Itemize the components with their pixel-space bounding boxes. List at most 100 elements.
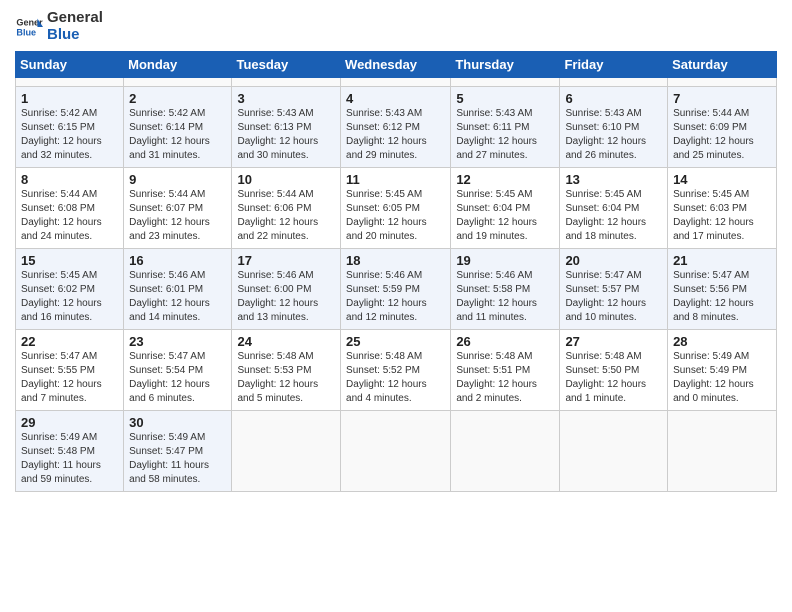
table-row: 26Sunrise: 5:48 AMSunset: 5:51 PMDayligh…: [451, 330, 560, 411]
table-row: [668, 78, 777, 87]
day-info: Sunrise: 5:47 AMSunset: 5:54 PMDaylight:…: [129, 350, 226, 406]
col-monday: Monday: [124, 52, 232, 78]
day-number: 14: [673, 172, 771, 187]
table-row: 27Sunrise: 5:48 AMSunset: 5:50 PMDayligh…: [560, 330, 668, 411]
day-number: 10: [237, 172, 335, 187]
day-number: 19: [456, 253, 554, 268]
header: General Blue General Blue: [15, 10, 777, 43]
calendar-row: 29Sunrise: 5:49 AMSunset: 5:48 PMDayligh…: [16, 411, 777, 492]
calendar-row: 1Sunrise: 5:42 AMSunset: 6:15 PMDaylight…: [16, 87, 777, 168]
table-row: 24Sunrise: 5:48 AMSunset: 5:53 PMDayligh…: [232, 330, 341, 411]
day-info: Sunrise: 5:47 AMSunset: 5:56 PMDaylight:…: [673, 269, 771, 325]
table-row: [451, 411, 560, 492]
day-number: 29: [21, 415, 118, 430]
day-number: 3: [237, 91, 335, 106]
day-number: 27: [565, 334, 662, 349]
table-row: 18Sunrise: 5:46 AMSunset: 5:59 PMDayligh…: [341, 249, 451, 330]
table-row: 17Sunrise: 5:46 AMSunset: 6:00 PMDayligh…: [232, 249, 341, 330]
calendar-table: Sunday Monday Tuesday Wednesday Thursday…: [15, 51, 777, 492]
table-row: 2Sunrise: 5:42 AMSunset: 6:14 PMDaylight…: [124, 87, 232, 168]
day-info: Sunrise: 5:49 AMSunset: 5:49 PMDaylight:…: [673, 350, 771, 406]
day-number: 9: [129, 172, 226, 187]
day-number: 5: [456, 91, 554, 106]
day-number: 16: [129, 253, 226, 268]
day-number: 24: [237, 334, 335, 349]
day-info: Sunrise: 5:46 AMSunset: 5:59 PMDaylight:…: [346, 269, 445, 325]
day-number: 21: [673, 253, 771, 268]
day-number: 28: [673, 334, 771, 349]
table-row: 15Sunrise: 5:45 AMSunset: 6:02 PMDayligh…: [16, 249, 124, 330]
table-row: [232, 411, 341, 492]
table-row: [341, 78, 451, 87]
day-info: Sunrise: 5:45 AMSunset: 6:03 PMDaylight:…: [673, 188, 771, 244]
table-row: 7Sunrise: 5:44 AMSunset: 6:09 PMDaylight…: [668, 87, 777, 168]
col-sunday: Sunday: [16, 52, 124, 78]
day-info: Sunrise: 5:42 AMSunset: 6:15 PMDaylight:…: [21, 107, 118, 163]
table-row: 5Sunrise: 5:43 AMSunset: 6:11 PMDaylight…: [451, 87, 560, 168]
day-info: Sunrise: 5:45 AMSunset: 6:04 PMDaylight:…: [456, 188, 554, 244]
logo-icon: General Blue: [15, 13, 43, 41]
day-info: Sunrise: 5:43 AMSunset: 6:11 PMDaylight:…: [456, 107, 554, 163]
day-info: Sunrise: 5:45 AMSunset: 6:04 PMDaylight:…: [565, 188, 662, 244]
calendar-header-row: Sunday Monday Tuesday Wednesday Thursday…: [16, 52, 777, 78]
table-row: [560, 78, 668, 87]
table-row: 29Sunrise: 5:49 AMSunset: 5:48 PMDayligh…: [16, 411, 124, 492]
day-info: Sunrise: 5:43 AMSunset: 6:12 PMDaylight:…: [346, 107, 445, 163]
table-row: 11Sunrise: 5:45 AMSunset: 6:05 PMDayligh…: [341, 168, 451, 249]
page: General Blue General Blue Sunday Monday …: [0, 0, 792, 612]
day-number: 8: [21, 172, 118, 187]
day-info: Sunrise: 5:44 AMSunset: 6:09 PMDaylight:…: [673, 107, 771, 163]
day-number: 25: [346, 334, 445, 349]
table-row: 23Sunrise: 5:47 AMSunset: 5:54 PMDayligh…: [124, 330, 232, 411]
table-row: [668, 411, 777, 492]
day-info: Sunrise: 5:48 AMSunset: 5:52 PMDaylight:…: [346, 350, 445, 406]
day-info: Sunrise: 5:43 AMSunset: 6:13 PMDaylight:…: [237, 107, 335, 163]
table-row: 8Sunrise: 5:44 AMSunset: 6:08 PMDaylight…: [16, 168, 124, 249]
day-number: 26: [456, 334, 554, 349]
day-info: Sunrise: 5:45 AMSunset: 6:05 PMDaylight:…: [346, 188, 445, 244]
day-number: 2: [129, 91, 226, 106]
table-row: [16, 78, 124, 87]
day-number: 7: [673, 91, 771, 106]
day-number: 4: [346, 91, 445, 106]
day-info: Sunrise: 5:47 AMSunset: 5:55 PMDaylight:…: [21, 350, 118, 406]
col-saturday: Saturday: [668, 52, 777, 78]
logo-line1: General: [47, 10, 103, 27]
table-row: 22Sunrise: 5:47 AMSunset: 5:55 PMDayligh…: [16, 330, 124, 411]
day-info: Sunrise: 5:43 AMSunset: 6:10 PMDaylight:…: [565, 107, 662, 163]
table-row: 1Sunrise: 5:42 AMSunset: 6:15 PMDaylight…: [16, 87, 124, 168]
logo-line2: Blue: [47, 27, 103, 44]
day-number: 22: [21, 334, 118, 349]
col-thursday: Thursday: [451, 52, 560, 78]
table-row: [451, 78, 560, 87]
table-row: 3Sunrise: 5:43 AMSunset: 6:13 PMDaylight…: [232, 87, 341, 168]
col-tuesday: Tuesday: [232, 52, 341, 78]
table-row: 21Sunrise: 5:47 AMSunset: 5:56 PMDayligh…: [668, 249, 777, 330]
day-info: Sunrise: 5:44 AMSunset: 6:08 PMDaylight:…: [21, 188, 118, 244]
day-number: 13: [565, 172, 662, 187]
day-info: Sunrise: 5:45 AMSunset: 6:02 PMDaylight:…: [21, 269, 118, 325]
table-row: 25Sunrise: 5:48 AMSunset: 5:52 PMDayligh…: [341, 330, 451, 411]
col-friday: Friday: [560, 52, 668, 78]
day-info: Sunrise: 5:47 AMSunset: 5:57 PMDaylight:…: [565, 269, 662, 325]
calendar-row: 15Sunrise: 5:45 AMSunset: 6:02 PMDayligh…: [16, 249, 777, 330]
day-info: Sunrise: 5:49 AMSunset: 5:48 PMDaylight:…: [21, 431, 118, 487]
day-info: Sunrise: 5:46 AMSunset: 6:00 PMDaylight:…: [237, 269, 335, 325]
table-row: [124, 78, 232, 87]
table-row: 28Sunrise: 5:49 AMSunset: 5:49 PMDayligh…: [668, 330, 777, 411]
day-number: 20: [565, 253, 662, 268]
table-row: 12Sunrise: 5:45 AMSunset: 6:04 PMDayligh…: [451, 168, 560, 249]
day-info: Sunrise: 5:46 AMSunset: 6:01 PMDaylight:…: [129, 269, 226, 325]
calendar-row: [16, 78, 777, 87]
table-row: 30Sunrise: 5:49 AMSunset: 5:47 PMDayligh…: [124, 411, 232, 492]
day-number: 23: [129, 334, 226, 349]
table-row: 14Sunrise: 5:45 AMSunset: 6:03 PMDayligh…: [668, 168, 777, 249]
day-number: 6: [565, 91, 662, 106]
day-info: Sunrise: 5:42 AMSunset: 6:14 PMDaylight:…: [129, 107, 226, 163]
day-number: 17: [237, 253, 335, 268]
day-info: Sunrise: 5:48 AMSunset: 5:51 PMDaylight:…: [456, 350, 554, 406]
table-row: 9Sunrise: 5:44 AMSunset: 6:07 PMDaylight…: [124, 168, 232, 249]
day-info: Sunrise: 5:48 AMSunset: 5:50 PMDaylight:…: [565, 350, 662, 406]
table-row: [232, 78, 341, 87]
table-row: 6Sunrise: 5:43 AMSunset: 6:10 PMDaylight…: [560, 87, 668, 168]
